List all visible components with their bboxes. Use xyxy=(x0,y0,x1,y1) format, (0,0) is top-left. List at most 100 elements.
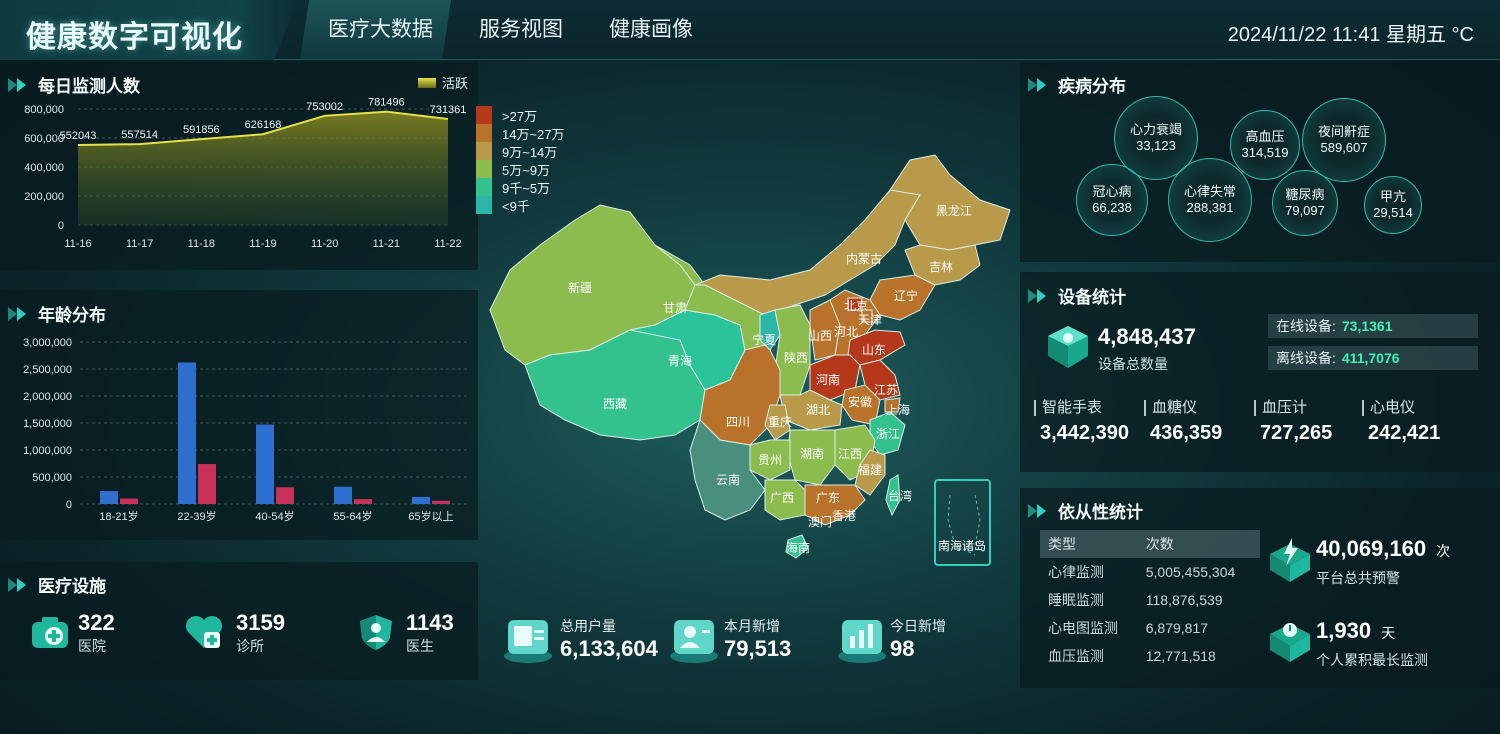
legend-row: >27万 xyxy=(476,106,565,124)
y-tick-label: 0 xyxy=(66,499,72,511)
tab-service-view[interactable]: 服务视图 xyxy=(451,0,581,60)
table-row: 血压监测 12,771,518 xyxy=(1040,642,1260,670)
bar[interactable] xyxy=(198,464,216,504)
bar[interactable] xyxy=(256,424,274,504)
disease-value: 314,519 xyxy=(1241,145,1289,160)
label-shandong: 山东 xyxy=(862,343,886,357)
bar[interactable] xyxy=(354,499,372,504)
disease-name: 心律失常 xyxy=(1183,184,1236,199)
label-shanxi: 山西 xyxy=(808,329,832,343)
disease-name: 糖尿病 xyxy=(1285,187,1325,202)
device-type-value: 242,421 xyxy=(1368,422,1441,444)
label-ningxia: 宁夏 xyxy=(752,332,776,347)
disease-value: 589,607 xyxy=(1320,140,1368,155)
disease-bubble[interactable]: 冠心病 66,238 xyxy=(1076,164,1148,236)
label-hebei: 河北 xyxy=(834,325,858,339)
row-count: 6,879,817 xyxy=(1145,620,1209,636)
bar[interactable] xyxy=(100,491,118,504)
label-hubei: 湖北 xyxy=(806,402,830,417)
label-xizang: 西藏 xyxy=(603,397,627,411)
disease-name: 夜间鼾症 xyxy=(1317,124,1370,139)
bar[interactable] xyxy=(178,362,196,504)
arrow-icon xyxy=(1028,503,1050,518)
label-zhejiang: 浙江 xyxy=(876,427,900,441)
alert-icon xyxy=(1270,538,1310,582)
alerts-unit: 次 xyxy=(1436,543,1451,559)
label-guizhou: 贵州 xyxy=(758,453,782,467)
disease-bubble[interactable]: 心律失常 288,381 xyxy=(1168,158,1252,242)
row-type: 心律监测 xyxy=(1048,564,1104,580)
age-title: 年龄分布 xyxy=(8,301,106,326)
doctor-stat: 1143 医生 xyxy=(406,610,454,656)
month-new-label: 本月新增 xyxy=(724,618,780,634)
data-label: 753002 xyxy=(306,101,343,113)
row-count: 5,005,455,304 xyxy=(1145,564,1236,580)
x-tick-label: 11-19 xyxy=(249,238,276,250)
today-new-stat: 今日新增 98 xyxy=(890,616,946,662)
device-type-value: 3,442,390 xyxy=(1040,422,1129,444)
today-new-icon xyxy=(838,620,886,663)
offline-devices-row: 离线设备: 411,7076 xyxy=(1268,346,1478,370)
row-type: 心电图监测 xyxy=(1048,620,1118,636)
x-tick-label: 11-16 xyxy=(64,238,91,250)
label-henan: 河南 xyxy=(816,372,840,387)
row-type: 血压监测 xyxy=(1048,648,1104,664)
daily-title: 每日监测人数 xyxy=(8,72,140,97)
monitor-icon xyxy=(1270,623,1310,662)
devices-title: 设备统计 xyxy=(1028,283,1126,308)
tab-health-profile[interactable]: 健康画像 xyxy=(581,0,711,60)
bar[interactable] xyxy=(432,500,450,504)
disease-bubble[interactable]: 夜间鼾症 589,607 xyxy=(1302,98,1386,182)
data-label: 557514 xyxy=(121,129,158,141)
facilities-title: 医疗设施 xyxy=(8,572,106,597)
legend-label: 14万~27万 xyxy=(502,126,565,142)
bar[interactable] xyxy=(120,498,138,504)
label-jilin: 吉林 xyxy=(929,260,953,274)
disease-value: 66,238 xyxy=(1092,200,1132,215)
daily-title-text: 每日监测人数 xyxy=(38,77,140,96)
y-tick-label: 200,000 xyxy=(24,191,64,203)
compliance-title-text: 依从性统计 xyxy=(1058,503,1143,522)
label-hunan: 湖南 xyxy=(800,446,824,461)
device-total-value: 4,848,437 xyxy=(1098,324,1196,349)
hospital-icon xyxy=(32,617,68,648)
x-tick-label: 40-54岁 xyxy=(255,509,294,523)
app-title: 健康数字可视化 xyxy=(26,21,243,54)
x-tick-label: 11-18 xyxy=(188,238,215,250)
doctor-icon xyxy=(360,615,392,650)
legend-swatch xyxy=(476,124,492,142)
alerts-stat: 40,069,160 次 xyxy=(1316,536,1450,562)
clinic-label: 诊所 xyxy=(236,638,264,654)
disease-title-text: 疾病分布 xyxy=(1058,77,1126,96)
bar[interactable] xyxy=(412,496,430,504)
bar[interactable] xyxy=(276,487,294,504)
disease-name: 高血压 xyxy=(1245,129,1285,144)
label-beijing: 北京 xyxy=(844,299,868,313)
arrow-icon xyxy=(1028,77,1050,92)
legend-label: >27万 xyxy=(502,108,538,124)
table-row: 心律监测 5,005,455,304 xyxy=(1040,558,1260,586)
label-anhui: 安徽 xyxy=(848,394,872,409)
disease-name: 冠心病 xyxy=(1092,184,1132,199)
china-map[interactable]: 新疆 西藏 青海 甘肃 宁夏 内蒙古 黑龙江 吉林 辽宁 北京 天津 河北 山西… xyxy=(480,150,1020,570)
tab-medical-big-data[interactable]: 医疗大数据 xyxy=(300,0,451,60)
device-type-label: 血压计 xyxy=(1254,400,1307,416)
disease-value: 79,097 xyxy=(1285,203,1325,218)
offline-label: 离线设备: xyxy=(1276,350,1336,366)
disease-bubble[interactable]: 高血压 314,519 xyxy=(1230,110,1300,180)
bar[interactable] xyxy=(334,486,352,504)
label-shanghai: 上海 xyxy=(886,402,910,417)
label-chongqing: 重庆 xyxy=(768,415,792,429)
daily-legend: 活跃 xyxy=(418,73,468,92)
alerts-label: 平台总共预警 xyxy=(1316,570,1400,586)
x-tick-label: 11-21 xyxy=(373,238,400,250)
y-tick-label: 800,000 xyxy=(24,104,64,116)
age-title-text: 年龄分布 xyxy=(38,306,106,325)
age-bar-chart: 0 500,000 1,000,000 1,500,000 2,000,000 2,500… xyxy=(23,337,470,523)
longest-label: 个人累积最长监测 xyxy=(1316,652,1428,668)
disease-bubble[interactable]: 糖尿病 79,097 xyxy=(1272,170,1338,236)
total-users-value: 6,133,604 xyxy=(560,636,658,661)
today-new-label: 今日新增 xyxy=(890,618,946,634)
daily-area-chart: 0 200,000 400,000 600,000 800,000 552043 11-16… xyxy=(24,97,466,250)
disease-bubble[interactable]: 甲亢 29,514 xyxy=(1364,176,1422,234)
